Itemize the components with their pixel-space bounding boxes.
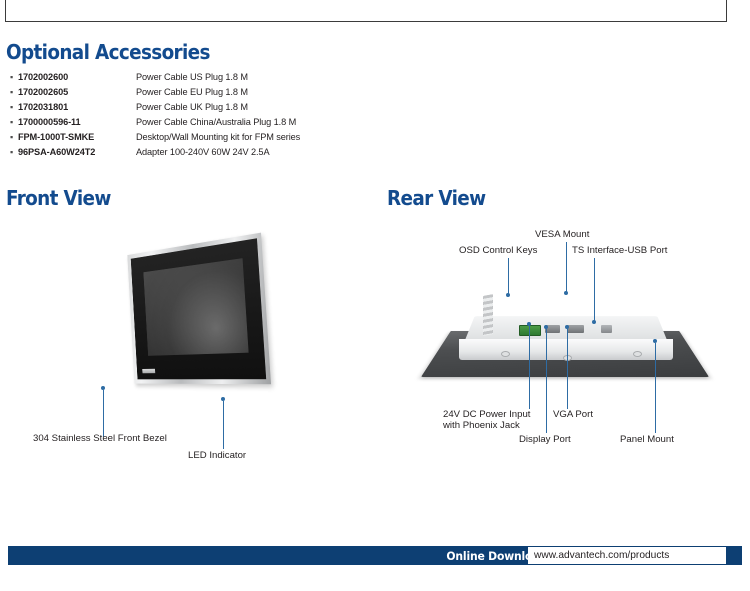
rear-view-heading: Rear View (387, 186, 486, 210)
accessory-sku: 1702002605 (18, 87, 69, 98)
online-download-url-field[interactable]: www.advantech.com/products (528, 547, 726, 564)
callout-line-dc-power (529, 326, 531, 409)
callout-dot-osd-control-keys (506, 293, 510, 297)
osd-control-keys (483, 294, 493, 336)
callout-line-vga-port (567, 329, 569, 409)
bullet-icon (8, 71, 18, 84)
list-item: FPM-1000T-SMKE Desktop/Wall Mounting kit… (8, 131, 378, 146)
callout-label-osd-control-keys: OSD Control Keys (459, 245, 538, 256)
callout-label-dc-power-line1: 24V DC Power Input (443, 409, 531, 420)
usb-port-connector (601, 325, 612, 333)
optional-accessories-list: 1702002600 Power Cable US Plug 1.8 M 170… (8, 71, 378, 162)
panel-cutout-spec-box: Panel Cutout Dimensions: 350 x 277 mm (1… (5, 0, 727, 22)
online-download-url-text: www.advantech.com/products (534, 550, 670, 561)
callout-label-vga-port: VGA Port (553, 409, 593, 420)
list-item: 1702002600 Power Cable US Plug 1.8 M (8, 71, 378, 86)
brand-logo (142, 368, 156, 374)
accessory-description: Power Cable US Plug 1.8 M (136, 72, 248, 82)
callout-label-ts-usb-port: TS Interface-USB Port (572, 245, 668, 256)
list-item: 1702002605 Power Cable EU Plug 1.8 M (8, 86, 378, 101)
bullet-icon (8, 101, 18, 114)
list-item: 1702031801 Power Cable UK Plug 1.8 M (8, 101, 378, 116)
footer-bar: Online Download www.advantech.com/produc… (8, 546, 742, 565)
front-inner-frame (130, 238, 267, 380)
accessory-description: Adapter 100-240V 60W 24V 2.5A (136, 147, 270, 158)
accessory-description: Desktop/Wall Mounting kit for FPM series (136, 132, 301, 143)
bullet-icon (8, 131, 18, 144)
accessory-sku: 96PSA-A60W24T2 (18, 147, 96, 158)
front-bezel (127, 232, 272, 385)
callout-label-bezel: 304 Stainless Steel Front Bezel (33, 433, 167, 444)
accessory-sku: 1702002600 (18, 72, 69, 82)
list-item: 1700000596-11 Power Cable China/Australi… (8, 116, 378, 131)
accessory-description: Power Cable EU Plug 1.8 M (136, 87, 248, 98)
callout-line-bezel (103, 390, 105, 437)
vga-port-connector (567, 325, 584, 333)
accessory-sku: FPM-1000T-SMKE (18, 132, 95, 143)
callout-label-panel-mount: Panel Mount (620, 434, 674, 445)
mount-hole (633, 351, 642, 357)
callout-line-display-port (546, 329, 548, 433)
front-view-product-image (60, 225, 275, 395)
accessory-description: Power Cable China/Australia Plug 1.8 M (136, 117, 297, 128)
bullet-icon (8, 86, 18, 99)
callout-label-led: LED Indicator (188, 450, 247, 461)
accessory-description: Power Cable UK Plug 1.8 M (136, 102, 248, 113)
callout-line-panel-mount (655, 343, 657, 433)
callout-line-ts-usb-port (594, 258, 596, 321)
list-item: 96PSA-A60W24T2 Adapter 100-240V 60W 24V … (8, 146, 378, 161)
callout-dot-vesa-mount (564, 291, 568, 295)
callout-line-vesa-mount (566, 242, 568, 292)
callout-line-led (223, 401, 225, 449)
accessory-sku: 1700000596-11 (18, 117, 81, 128)
callout-line-osd-control-keys (508, 258, 510, 294)
callout-label-vesa-mount: VESA Mount (535, 229, 590, 240)
front-view-heading: Front View (6, 186, 111, 210)
callout-label-display-port: Display Port (519, 434, 571, 445)
mount-hole (501, 351, 510, 357)
bullet-icon (8, 146, 18, 159)
accessory-sku: 1702031801 (18, 102, 69, 113)
bullet-icon (8, 116, 18, 129)
callout-dot-ts-usb-port (592, 320, 596, 324)
optional-accessories-heading: Optional Accessories (6, 40, 210, 64)
callout-label-dc-power-line2: with Phoenix Jack (443, 420, 520, 431)
front-display-screen (143, 258, 249, 356)
